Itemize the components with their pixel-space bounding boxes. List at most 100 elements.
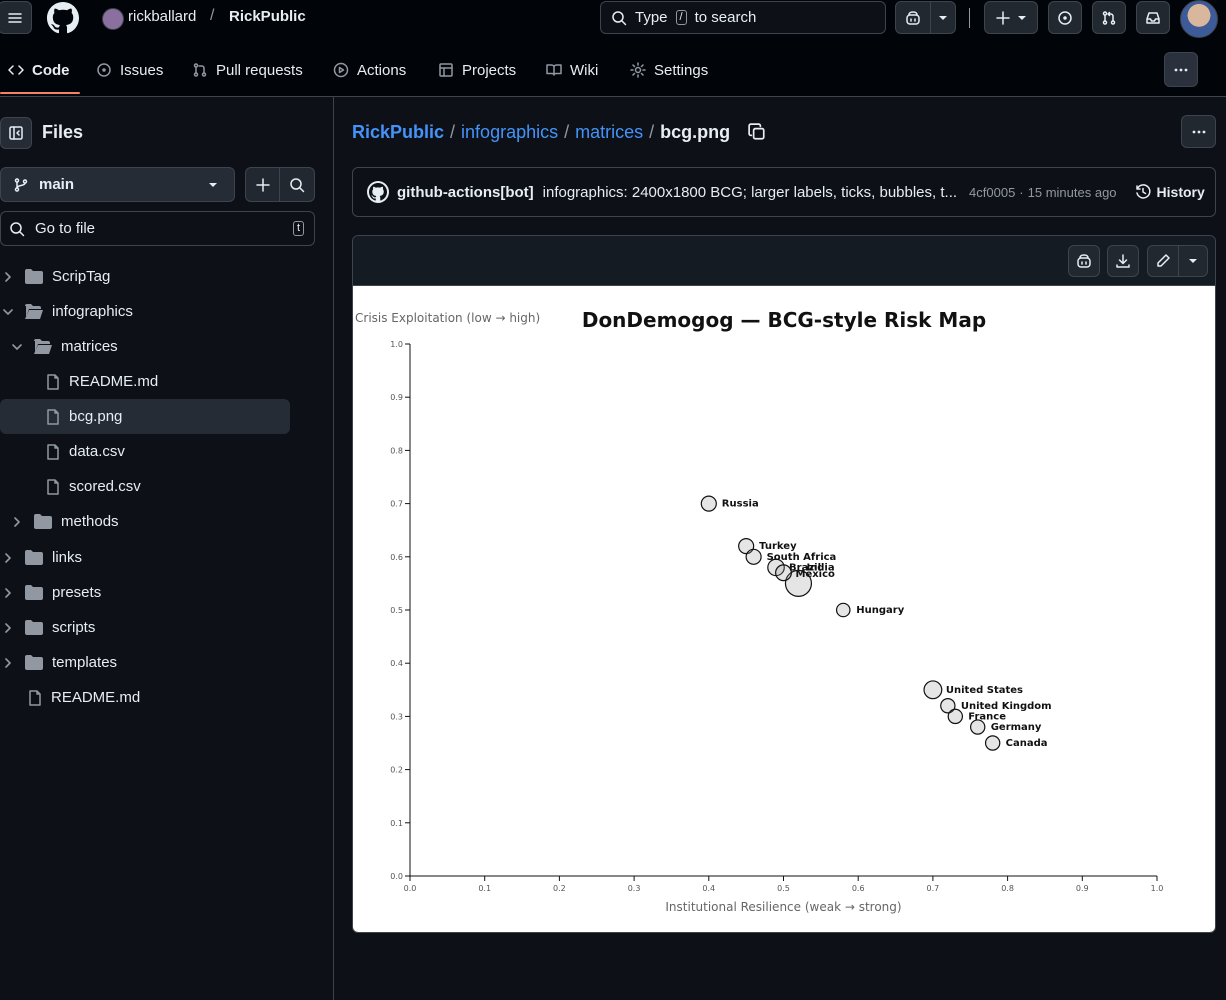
tree-file-bcg-png[interactable]: bcg.png [0,399,290,434]
copilot-button[interactable] [895,1,931,34]
branch-name: main [39,176,75,193]
history-icon [1135,184,1151,199]
data-label-united-states: United States [946,685,1023,696]
bot-avatar[interactable] [367,181,389,203]
branch-icon [14,177,28,192]
folder-open-icon [34,339,52,354]
x-tick-label: 0.5 [777,884,790,893]
data-label-russia: Russia [722,499,759,510]
image-preview: DonDemogog — BCG-style Risk Map Crisis Ex… [353,286,1215,932]
inbox-button[interactable] [1136,1,1170,34]
collapse-sidebar-button[interactable] [0,117,32,149]
data-label-south-africa: South Africa [767,552,837,563]
tree-folder-methods[interactable]: methods [0,504,300,539]
y-tick-label: 0.2 [390,766,403,775]
tab-wiki[interactable]: Wiki [546,56,598,84]
tab-issues[interactable]: Issues [96,56,163,84]
y-axis-label: Crisis Exploitation (low → high) [355,311,540,325]
kebab-horizontal-icon [1174,68,1188,71]
add-file-button[interactable] [245,167,280,202]
github-logo[interactable] [47,2,81,34]
folder-icon [34,514,52,529]
x-tick-label: 0.7 [927,884,940,893]
copilot-ask-button[interactable] [1068,245,1100,277]
search-files-button[interactable] [279,167,315,202]
search-prefix: Type [635,9,668,26]
tab-code[interactable]: Code [8,56,70,84]
copy-icon[interactable] [748,123,766,141]
path-separator: / [210,7,215,24]
owner-link[interactable]: rickballard [128,8,196,25]
issue-icon [97,63,111,77]
plus-icon [996,10,1010,25]
create-new-button[interactable] [984,1,1038,34]
y-tick-label: 0.5 [390,606,403,615]
sidebar-collapse-icon [9,126,23,140]
history-button[interactable]: History [1135,184,1205,200]
tree-folder-templates[interactable]: templates [0,645,300,680]
user-avatar[interactable] [1180,0,1218,38]
file-more-button[interactable] [1181,115,1216,148]
file-icon [47,478,59,495]
owner-avatar[interactable] [102,8,124,30]
tab-projects[interactable]: Projects [438,56,516,84]
tree-file-data-csv[interactable]: data.csv [0,434,290,469]
commit-sha[interactable]: 4cf0005 [969,185,1015,200]
tree-folder-infographics[interactable]: infographics [0,294,300,329]
breadcrumb-separator: / [649,121,655,142]
data-point-canada [984,735,1001,751]
tree-folder-scripts[interactable]: scripts [0,610,300,645]
breadcrumb: RickPublic / infographics / matrices / b… [352,120,766,144]
copilot-menu-button[interactable] [930,1,956,34]
data-point-russia [700,495,717,512]
github-icon [369,183,387,201]
caret-down-icon [939,15,947,20]
tree-folder-links[interactable]: links [0,540,300,575]
download-button[interactable] [1107,245,1139,277]
y-tick-label: 0.0 [390,872,403,881]
data-label-germany: Germany [991,722,1042,733]
tab-label: Wiki [570,61,599,79]
repo-link[interactable]: RickPublic [229,8,306,25]
issues-button[interactable] [1048,1,1082,34]
commit-time: 15 minutes ago [1027,184,1117,200]
tree-file-readme[interactable]: README.md [0,364,290,399]
go-to-file-input[interactable]: Go to file t [0,211,315,246]
y-tick-label: 0.7 [390,500,403,509]
sidebar-title: Files [42,122,84,142]
chevron-right-icon [5,657,11,668]
tab-actions[interactable]: Actions [333,56,406,84]
tab-pull-requests[interactable]: Pull requests [192,56,303,84]
tree-folder-presets[interactable]: presets [0,575,300,610]
tree-label: infographics [52,303,133,320]
breadcrumb-infographics[interactable]: infographics [461,122,558,143]
edit-button[interactable] [1147,245,1179,277]
breadcrumb-separator: / [564,121,570,142]
repo-more-button[interactable] [1164,52,1198,87]
breadcrumb-repo[interactable]: RickPublic [352,122,444,143]
y-tick-label: 0.1 [390,819,403,828]
tree-folder-scriptag[interactable]: ScripTag [0,259,300,294]
tree-label: README.md [51,689,141,706]
data-label-united-kingdom: United Kingdom [961,701,1052,712]
y-tick-label: 0.6 [390,553,403,562]
chevron-right-icon [5,622,11,633]
breadcrumb-matrices[interactable]: matrices [575,122,643,143]
tree-folder-matrices[interactable]: matrices [0,329,300,364]
tree-file-root-readme[interactable]: README.md [0,680,300,715]
tab-settings[interactable]: Settings [630,56,708,84]
branch-selector[interactable]: main [0,167,235,202]
tree-label: links [52,549,83,566]
search-box[interactable]: Type / to search [600,1,886,34]
y-tick-label: 0.4 [390,659,403,668]
chevron-right-icon [5,271,11,282]
commit-message[interactable]: infographics: 2400x1800 BCG; larger labe… [543,184,957,201]
tree-file-scored-csv[interactable]: scored.csv [0,469,290,504]
data-point-hungary [835,602,851,618]
edit-menu-button[interactable] [1178,245,1208,277]
tree-label: matrices [61,338,118,355]
pull-requests-button[interactable] [1092,1,1126,34]
menu-button[interactable] [0,1,32,34]
github-icon [47,2,79,34]
commit-author[interactable]: github-actions[bot] [397,184,534,201]
